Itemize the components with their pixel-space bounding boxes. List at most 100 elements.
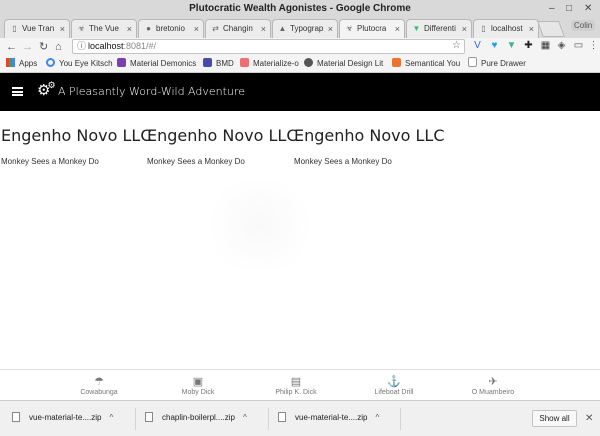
close-tab-icon[interactable]: × [529,20,534,38]
bottom-nav-moby-dick[interactable]: ▣ Moby Dick [168,376,228,398]
rowing-icon: ⚓ [387,376,401,388]
bookmark-star-icon[interactable]: ☆ [452,39,461,52]
company-card: Engenho Novo LLC Monkey Sees a Monkey Do [294,126,445,167]
file-icon [278,412,286,422]
hamburger-menu-icon[interactable] [12,87,23,96]
close-tab-icon[interactable]: × [462,20,467,38]
company-tagline: Monkey Sees a Monkey Do [1,157,99,166]
download-shelf: vue-material-te....zip ^ chaplin-boilerpl… [0,400,600,436]
browser-tab[interactable]: ▯ localhost × [473,19,539,38]
bookmark-item[interactable]: Semantical You [392,56,460,71]
close-tab-icon[interactable]: × [127,20,132,38]
window-titlebar: Plutocratic Wealth Agonistes - Google Ch… [0,0,600,17]
bottom-nav-cowabunga[interactable]: ☂ Cowabunga [69,376,129,398]
bottom-nav-label: Philip K. Dick [275,389,317,396]
bookmarks-bar: Apps You Eye Kitsch Material Demonics BM… [0,56,600,73]
address-bar[interactable]: ⓘ localhost:8081/#/ ☆ [72,39,465,54]
page-icon: ▯ [12,24,17,33]
bookmark-item[interactable]: Pure Drawer [468,56,526,71]
bookmark-item[interactable]: BMD [203,56,234,71]
twitter-icon[interactable]: ♥ [489,40,500,52]
airplane-icon: ✈ [488,376,498,388]
bookmark-item[interactable]: Apps [6,56,37,71]
company-card: Engenho Novo LLC Monkey Sees a Monkey Do [1,126,152,167]
download-item[interactable]: chaplin-boilerpl....zip ^ [145,411,247,425]
semantic-icon [392,58,401,67]
tab-strip: ▯ Vue Tran × ☣ The Vue × ● bretonio × ⇄ Changin… [0,17,600,38]
browser-tab[interactable]: ⇄ Changin × [205,19,271,38]
bottom-nav-label: Lifeboat Drill [374,389,414,396]
info-icon[interactable]: ⓘ [77,40,86,53]
shield-icon[interactable]: ◈ [556,40,567,52]
close-window-button[interactable]: ✕ [584,0,592,17]
close-tab-icon[interactable]: × [60,20,65,38]
company-name: Engenho Novo LLC [1,126,152,145]
close-tab-icon[interactable]: × [328,20,333,38]
url-host: localhost [88,41,124,51]
bookmark-item[interactable]: Materialize-o [240,56,299,71]
browser-toolbar: ← → ↻ ⌂ ⓘ localhost:8081/#/ ☆ V ♥ ▼ ✚ ▦ … [0,38,600,56]
bmd-icon [203,58,212,67]
browser-tab[interactable]: ▼ Differenti × [406,19,472,38]
chevron-up-icon[interactable]: ^ [243,413,247,422]
profile-button[interactable]: Colin [571,20,596,31]
material-icon [117,58,126,67]
github-icon: ● [146,24,151,33]
download-filename: vue-material-te....zip [295,413,368,422]
extension-v-icon[interactable]: V [472,40,483,52]
maximize-button[interactable]: □ [566,0,572,17]
tab-label: Vue Tran [22,24,55,33]
forward-arrow-icon[interactable]: → [22,38,33,56]
bookmark-item[interactable]: You Eye Kitsch [46,56,113,71]
apps-grid-icon [6,58,15,67]
bottom-nav-o-muambeiro[interactable]: ✈ O Muambeiro [463,376,523,398]
vue-devtools-icon[interactable]: ▼ [506,40,517,52]
download-item[interactable]: vue-material-te....zip ^ [12,411,113,425]
umbrella-icon: ☂ [94,376,104,388]
browser-tab[interactable]: ▯ Vue Tran × [4,19,70,38]
menu-dots-icon[interactable]: ⋮ [588,40,599,52]
browser-tab[interactable]: ● bretonio × [138,19,204,38]
chevron-up-icon[interactable]: ^ [109,413,113,422]
tab-label: Plutocra [357,24,387,33]
close-icon[interactable]: ✕ [585,413,593,424]
bookmark-item[interactable]: Material Demonics [117,56,196,71]
bottom-nav-label: O Muambeiro [471,389,515,396]
bottom-nav-lifeboat-drill[interactable]: ⚓ Lifeboat Drill [364,376,424,398]
close-tab-icon[interactable]: × [194,20,199,38]
browser-tab[interactable]: ▲ Typograp × [272,19,338,38]
home-icon[interactable]: ⌂ [55,38,62,56]
swap-icon: ⇄ [212,24,219,33]
close-tab-icon[interactable]: × [261,20,266,38]
cast-icon[interactable]: ▭ [573,40,584,52]
bookmark-label: Apps [19,59,38,68]
bookmark-label: Material Demonics [130,59,197,68]
back-arrow-icon[interactable]: ← [6,38,17,56]
md-lite-icon [304,58,313,67]
browser-tab-active[interactable]: ☣ Plutocra × [339,19,405,38]
window-title: Plutocratic Wealth Agonistes - Google Ch… [189,3,411,14]
tab-label: localhost [491,24,523,33]
biohazard-icon: ☣ [345,24,354,33]
tab-label: The Vue [89,24,119,33]
extension-puzzle-icon[interactable]: ✚ [523,40,534,52]
company-tagline: Monkey Sees a Monkey Do [147,157,245,166]
bottom-nav-philip-k-dick[interactable]: ▤ Philip K. Dick [266,376,326,398]
close-tab-icon[interactable]: × [395,20,400,38]
new-tab-button[interactable] [537,21,565,37]
reload-icon[interactable]: ↻ [39,38,48,56]
bookmark-item[interactable]: Material Design Lit [304,56,383,71]
chevron-up-icon[interactable]: ^ [375,413,379,422]
download-item[interactable]: vue-material-te....zip ^ [278,411,379,425]
divider [268,408,269,430]
extension-grid-icon[interactable]: ▦ [540,40,551,52]
company-name: Engenho Novo LLC [294,126,445,145]
bus-icon: ▣ [192,376,204,388]
show-all-button[interactable]: Show all [532,410,577,427]
browser-tab[interactable]: ☣ The Vue × [71,19,137,38]
minimize-button[interactable]: – [549,0,555,17]
tab-label: bretonio [156,24,185,33]
divider [400,408,401,430]
tab-label: Typograp [290,24,324,33]
file-icon [145,412,153,422]
